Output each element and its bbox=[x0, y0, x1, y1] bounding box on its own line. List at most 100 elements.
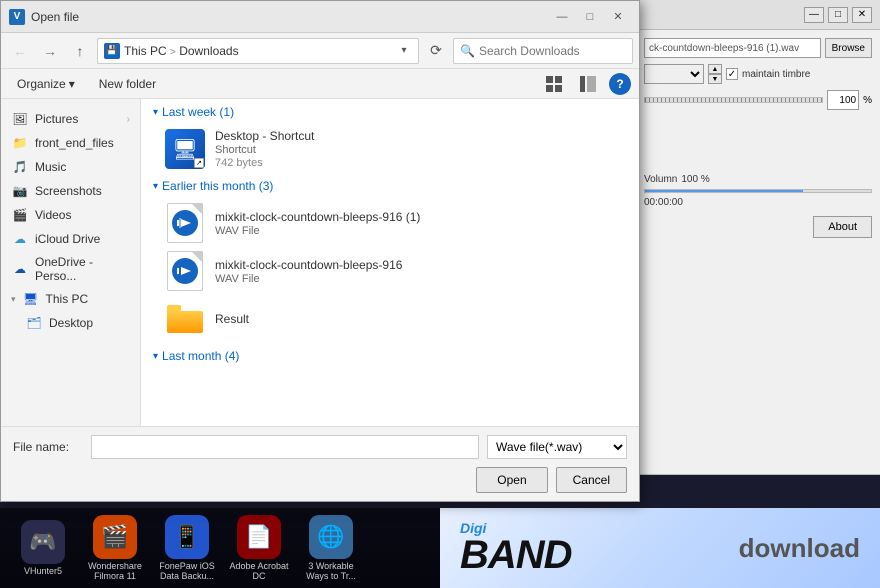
window-maximize[interactable]: □ bbox=[577, 8, 603, 26]
filename-row: File name: Wave file(*.wav) bbox=[13, 435, 627, 459]
open-button[interactable]: Open bbox=[476, 467, 547, 493]
rp-about-row: About bbox=[644, 216, 872, 238]
sidebar-item-screenshots[interactable]: 📷 Screenshots bbox=[1, 179, 140, 203]
group-earlier-month[interactable]: ▾ Earlier this month (3) bbox=[141, 173, 639, 199]
file-type-wav1: WAV File bbox=[215, 225, 420, 237]
file-name-wav1: mixkit-clock-countdown-bleeps-916 (1) bbox=[215, 210, 420, 224]
sidebar-item-icloud[interactable]: ☁ iCloud Drive bbox=[1, 227, 140, 251]
nav-bar: ← → ↑ 💾 This PC > Downloads ▾ ⟳ 🔍 bbox=[1, 33, 639, 69]
file-type-shortcut: Shortcut bbox=[215, 144, 314, 156]
taskbar-icon-fonepaw: 📱 bbox=[165, 515, 209, 559]
digi-logo: Digi BAND bbox=[460, 521, 572, 575]
file-item-wav1[interactable]: mixkit-clock-countdown-bleeps-916 (1) WA… bbox=[141, 199, 639, 247]
group-chevron-lastweek: ▾ bbox=[153, 107, 158, 118]
group-chevron-earlier: ▾ bbox=[153, 181, 158, 192]
taskbar-icon-acrobat: 📄 bbox=[237, 515, 281, 559]
toolbar: Organize ▾ New folder ? bbox=[1, 69, 639, 99]
taskbar-item-filmora[interactable]: 🎬 Wondershare Filmora 11 bbox=[82, 515, 148, 581]
dialog-titlebar: V Open file — □ ✕ bbox=[1, 1, 639, 33]
group-last-week[interactable]: ▾ Last week (1) bbox=[141, 99, 639, 125]
file-name-result: Result bbox=[215, 312, 249, 326]
group-last-month[interactable]: ▾ Last month (4) bbox=[141, 343, 639, 369]
content-area: ▾ Last week (1) 🖥 ↗ Desktop - Shortcut S… bbox=[141, 99, 639, 426]
rp-timbre-label: maintain timbre bbox=[742, 69, 810, 80]
view-panel-button[interactable] bbox=[575, 73, 601, 95]
taskbar-icon-workable: 🌐 bbox=[309, 515, 353, 559]
sidebar-label-icloud: iCloud Drive bbox=[35, 232, 100, 246]
search-input[interactable] bbox=[479, 44, 634, 58]
sidebar-label-frontend: front_end_files bbox=[35, 136, 114, 150]
rp-step-up[interactable]: ▲ bbox=[708, 64, 722, 74]
nav-back[interactable]: ← bbox=[7, 38, 33, 64]
sidebar: 🖼 Pictures › 📁 front_end_files 🎵 Music 📷… bbox=[1, 99, 141, 426]
sidebar-label-desktop: Desktop bbox=[49, 316, 93, 330]
action-row: Open Cancel bbox=[13, 467, 627, 493]
organize-arrow: ▾ bbox=[69, 77, 75, 91]
search-box: 🔍 bbox=[453, 38, 633, 64]
new-folder-button[interactable]: New folder bbox=[91, 73, 164, 95]
taskbar-item-workable[interactable]: 🌐 3 Workable Ways to Tr... bbox=[298, 515, 364, 581]
view-panel-icon bbox=[580, 76, 596, 92]
refresh-button[interactable]: ⟳ bbox=[423, 38, 449, 64]
right-panel-close[interactable]: ✕ bbox=[852, 7, 872, 23]
breadcrumb-downloads[interactable]: Downloads bbox=[179, 44, 238, 58]
view-button[interactable] bbox=[541, 73, 567, 95]
sidebar-item-music[interactable]: 🎵 Music bbox=[1, 155, 140, 179]
right-panel: — □ ✕ Browse ▲ ▼ ✓ maintain timbre bbox=[635, 0, 880, 475]
taskbar-icon-filmora: 🎬 bbox=[93, 515, 137, 559]
view-icon bbox=[546, 76, 562, 92]
band-label: BAND bbox=[460, 535, 572, 575]
sidebar-item-thispc[interactable]: ▾ 🖥 This PC bbox=[1, 287, 140, 311]
sidebar-item-pictures[interactable]: 🖼 Pictures › bbox=[1, 107, 140, 131]
file-item-result[interactable]: Result bbox=[141, 295, 639, 343]
nav-up[interactable]: ↑ bbox=[67, 38, 93, 64]
taskbar-label-filmora: Wondershare Filmora 11 bbox=[82, 561, 148, 581]
sidebar-item-onedrive[interactable]: ☁ OneDrive - Perso... bbox=[1, 251, 140, 287]
file-item-wav2[interactable]: mixkit-clock-countdown-bleeps-916 WAV Fi… bbox=[141, 247, 639, 295]
filename-label: File name: bbox=[13, 440, 83, 454]
filename-input[interactable] bbox=[91, 435, 479, 459]
window-controls: — □ ✕ bbox=[549, 8, 631, 26]
window-close[interactable]: ✕ bbox=[605, 8, 631, 26]
address-bar: 💾 This PC > Downloads ▾ bbox=[97, 38, 419, 64]
help-button[interactable]: ? bbox=[609, 73, 631, 95]
rp-browse-button[interactable]: Browse bbox=[825, 38, 872, 58]
download-label: download bbox=[739, 533, 860, 564]
group-label-lastmonth: Last month (4) bbox=[162, 349, 239, 363]
taskbar-item-vhunter[interactable]: 🎮 VHunter5 bbox=[10, 520, 76, 576]
address-dropdown[interactable]: ▾ bbox=[396, 43, 412, 59]
file-icon-wav2 bbox=[165, 251, 205, 291]
cancel-button[interactable]: Cancel bbox=[556, 467, 627, 493]
rp-file-input[interactable] bbox=[644, 38, 821, 58]
rp-step-down[interactable]: ▼ bbox=[708, 74, 722, 84]
taskbar-icon-vhunter: 🎮 bbox=[21, 520, 65, 564]
file-item-desktop-shortcut[interactable]: 🖥 ↗ Desktop - Shortcut Shortcut 742 byte… bbox=[141, 125, 639, 173]
right-panel-maximize[interactable]: □ bbox=[828, 7, 848, 23]
rp-timbre-checkbox[interactable]: ✓ bbox=[726, 68, 738, 80]
taskbar-item-fonepaw[interactable]: 📱 FonePaw iOS Data Backu... bbox=[154, 515, 220, 581]
nav-forward[interactable]: → bbox=[37, 38, 63, 64]
taskbar: 🎮 VHunter5 🎬 Wondershare Filmora 11 📱 Fo… bbox=[0, 508, 880, 588]
wav-icon-1 bbox=[167, 203, 203, 243]
breadcrumb-thispc[interactable]: This PC bbox=[124, 44, 167, 58]
rp-volume-fill bbox=[645, 190, 803, 192]
group-chevron-lastmonth: ▾ bbox=[153, 351, 158, 362]
dialog-title-icon: V bbox=[9, 9, 25, 25]
rp-volume-row: Volumn 100 % bbox=[644, 174, 872, 185]
sidebar-item-videos[interactable]: 🎬 Videos bbox=[1, 203, 140, 227]
sidebar-item-frontend[interactable]: 📁 front_end_files bbox=[1, 131, 140, 155]
wav-icon-2 bbox=[167, 251, 203, 291]
filetype-select[interactable]: Wave file(*.wav) bbox=[487, 435, 627, 459]
right-panel-minimize[interactable]: — bbox=[804, 7, 824, 23]
taskbar-item-acrobat[interactable]: 📄 Adobe Acrobat DC bbox=[226, 515, 292, 581]
breadcrumb-sep: > bbox=[170, 47, 176, 58]
rp-percent-input[interactable] bbox=[827, 90, 859, 110]
rp-about-button[interactable]: About bbox=[813, 216, 872, 238]
right-panel-content: Browse ▲ ▼ ✓ maintain timbre % Volum bbox=[636, 30, 880, 246]
rp-time-display: 00:00:00 bbox=[644, 197, 872, 208]
rp-percent-row: % bbox=[644, 90, 872, 110]
rp-speed-select[interactable] bbox=[644, 64, 704, 84]
organize-button[interactable]: Organize ▾ bbox=[9, 73, 83, 95]
sidebar-item-desktop[interactable]: 🗂 Desktop bbox=[1, 311, 140, 335]
window-minimize[interactable]: — bbox=[549, 8, 575, 26]
